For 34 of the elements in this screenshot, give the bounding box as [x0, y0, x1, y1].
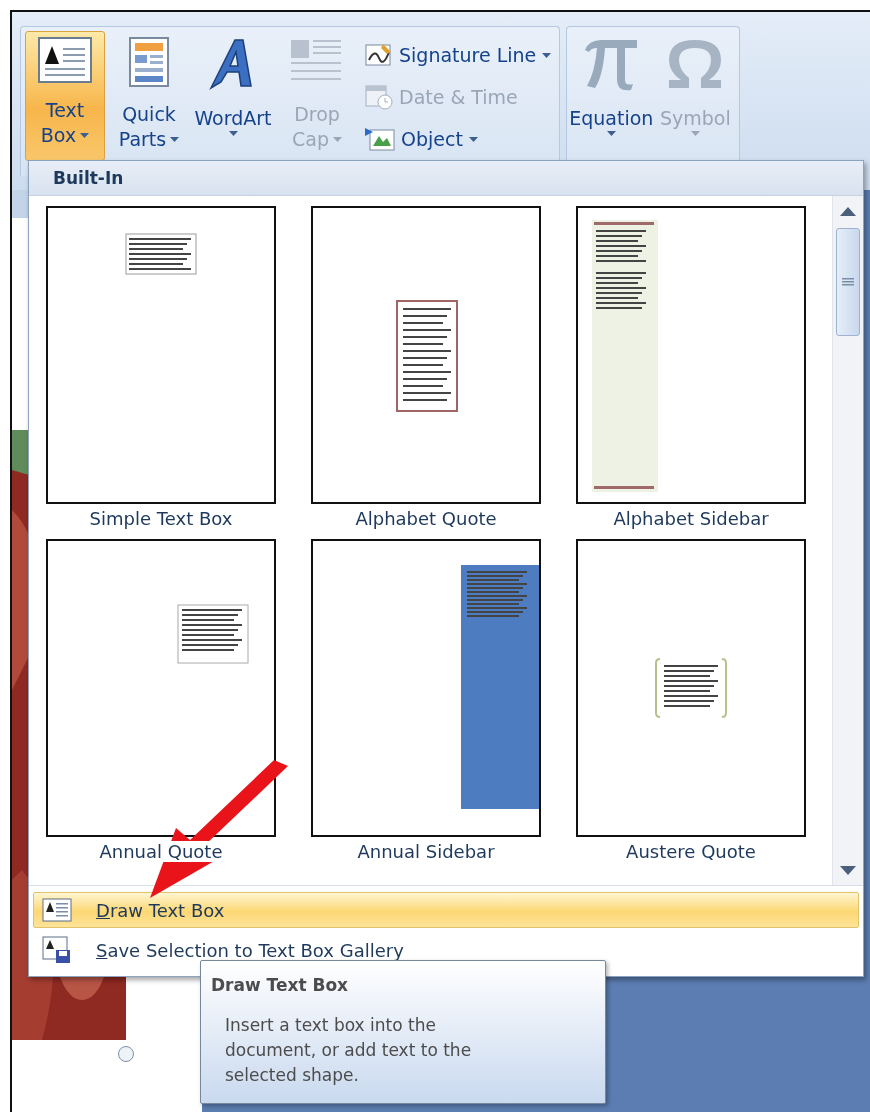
gallery-header: Built-In	[29, 161, 863, 196]
object-icon	[365, 126, 395, 152]
template-thumbnail[interactable]	[46, 539, 276, 837]
ribbon-button[interactable]: Object	[361, 119, 556, 159]
template-label: Alphabet Quote	[355, 508, 497, 529]
template-thumbnail[interactable]	[576, 206, 806, 504]
calendar-clock-icon	[365, 84, 393, 110]
ribbon-button[interactable]: Equation	[571, 31, 652, 161]
save-text-box-icon	[42, 936, 72, 964]
tooltip-title: Draw Text Box	[211, 975, 350, 995]
template-label: Alphabet Sidebar	[613, 508, 769, 529]
scroll-thumb[interactable]	[836, 228, 860, 336]
resize-handle[interactable]	[118, 1046, 134, 1062]
text-box-icon	[37, 36, 93, 84]
grip-icon	[842, 278, 854, 286]
scroll-down-icon[interactable]	[840, 865, 856, 875]
scroll-up-icon[interactable]	[840, 206, 856, 216]
template-thumbnail[interactable]	[46, 206, 276, 504]
menu-item[interactable]: Draw Text Box	[33, 892, 859, 928]
tooltip-text: Insert a text box into the document, or add text to the selected shape.	[225, 1014, 473, 1087]
scrollbar[interactable]	[832, 196, 863, 885]
ribbon-button[interactable]: Quick Parts	[109, 31, 189, 161]
signature-icon	[365, 42, 393, 68]
menu-item[interactable]: Save Selection to Text Box Gallery	[33, 932, 859, 968]
text-box-icon	[42, 898, 72, 922]
template-thumbnail[interactable]	[576, 539, 806, 837]
template-label: Annual Quote	[99, 841, 223, 862]
template-label: Simple Text Box	[89, 508, 233, 529]
page-layout-icon	[128, 36, 170, 88]
ribbon-button[interactable]: WordArt	[193, 31, 273, 161]
template-thumbnail[interactable]	[311, 539, 541, 837]
ribbon-button[interactable]: Signature Line	[361, 35, 556, 75]
ribbon-button[interactable]: Text Box	[25, 31, 105, 161]
template-thumbnail[interactable]	[311, 206, 541, 504]
